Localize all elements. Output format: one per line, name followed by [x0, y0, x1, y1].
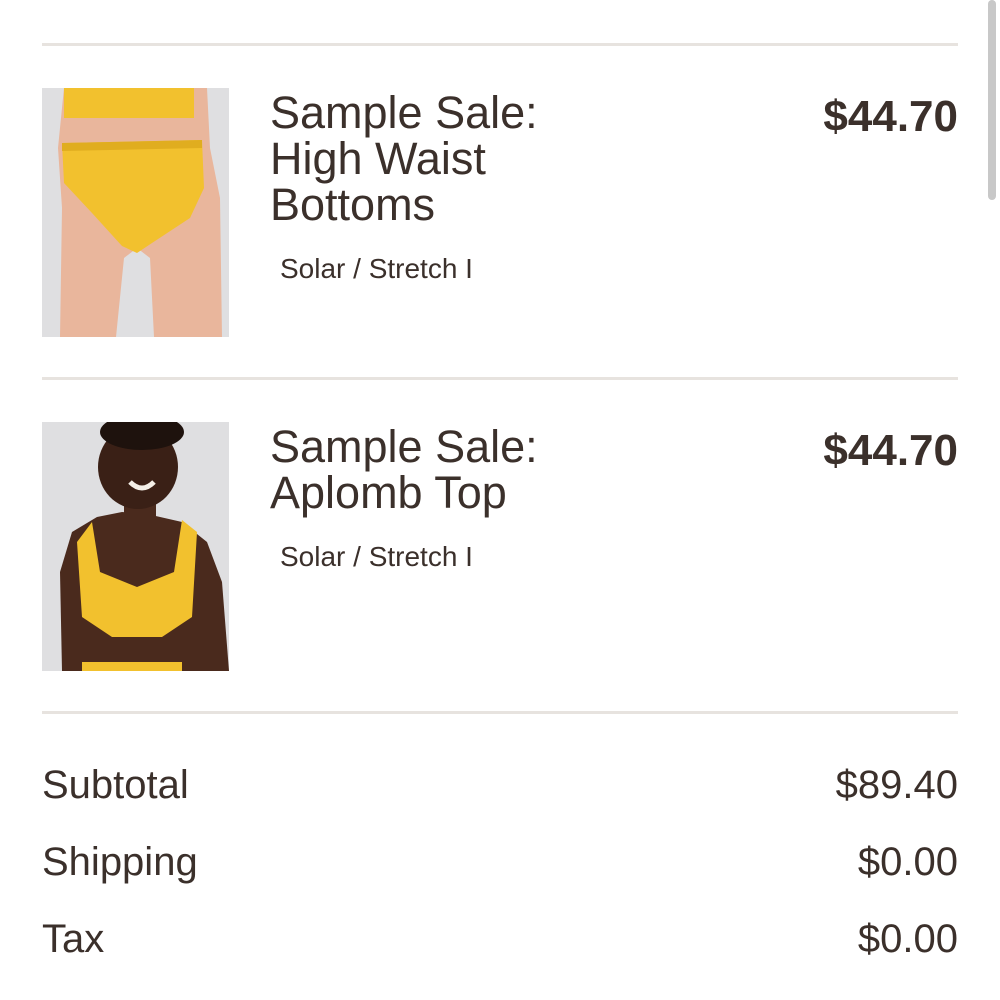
bikini-bottoms-image	[42, 88, 229, 337]
product-title[interactable]: Sample Sale: High Waist Bottoms	[270, 90, 690, 228]
subtotal-value: $89.40	[835, 763, 958, 807]
tax-label: Tax	[42, 917, 105, 961]
product-title-line: Sample Sale:	[270, 87, 538, 138]
shipping-row: Shipping $0.00	[42, 837, 958, 887]
shipping-value: $0.00	[857, 840, 958, 884]
subtotal-label: Subtotal	[42, 763, 189, 807]
scrollbar[interactable]	[988, 0, 996, 200]
tax-row: Tax $0.00	[42, 914, 958, 964]
product-title[interactable]: Sample Sale: Aplomb Top	[270, 424, 690, 516]
product-title-line: High Waist	[270, 133, 486, 184]
cart-item: Sample Sale: High Waist Bottoms Solar / …	[42, 88, 958, 338]
shipping-label: Shipping	[42, 840, 198, 884]
product-price: $44.70	[823, 426, 958, 475]
product-title-line: Bottoms	[270, 179, 436, 230]
item-divider	[42, 377, 958, 380]
bikini-top-image	[42, 422, 229, 671]
product-variant: Solar / Stretch I	[280, 253, 473, 284]
product-image[interactable]	[42, 422, 229, 671]
subtotal-row: Subtotal $89.40	[42, 760, 958, 810]
product-title-line: Aplomb Top	[270, 467, 507, 518]
summary-divider	[42, 711, 958, 714]
product-image[interactable]	[42, 88, 229, 337]
product-title-line: Sample Sale:	[270, 421, 538, 472]
product-price: $44.70	[823, 92, 958, 141]
cart-item: Sample Sale: Aplomb Top Solar / Stretch …	[42, 422, 958, 672]
top-divider	[42, 43, 958, 46]
product-variant: Solar / Stretch I	[280, 541, 473, 572]
tax-value: $0.00	[857, 917, 958, 961]
